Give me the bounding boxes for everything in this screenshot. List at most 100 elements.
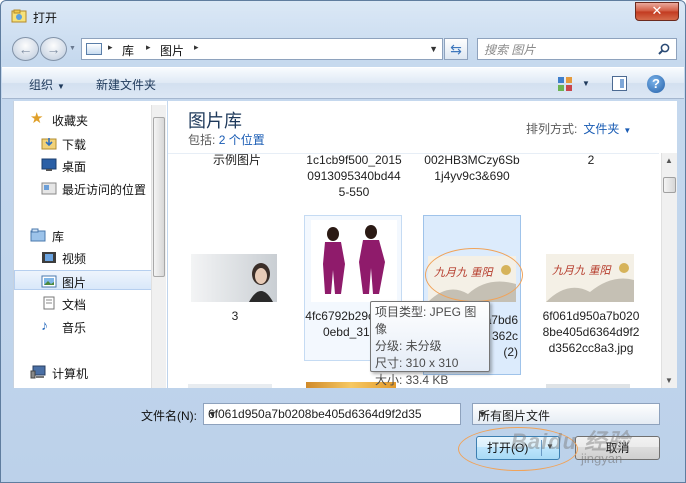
nav-pane-scrollbar[interactable] bbox=[151, 105, 166, 388]
breadcrumb-separator[interactable]: ▸ bbox=[146, 42, 151, 53]
chevron-down-icon: ▼ bbox=[57, 82, 65, 91]
music-note-icon: ♪ bbox=[41, 317, 48, 333]
download-folder-icon bbox=[41, 138, 57, 150]
nav-item-favorites[interactable]: ★ 收藏夹 bbox=[14, 109, 154, 129]
command-bar: 组织 ▼ 新建文件夹 ▼ ? bbox=[2, 67, 684, 99]
nav-label: 图片 bbox=[62, 276, 87, 290]
file-info-tooltip: 项目类型: JPEG 图像 分级: 未分级 尺寸: 310 x 310 大小: … bbox=[370, 301, 490, 387]
tooltip-size: 大小: 33.4 KB bbox=[375, 373, 449, 387]
filename-label: 文件名(N): bbox=[141, 409, 197, 423]
image-thumbnail: 九月九 重阳 bbox=[546, 254, 634, 302]
help-icon[interactable]: ? bbox=[647, 75, 665, 93]
search-icon[interactable] bbox=[658, 43, 670, 55]
nav-label: 视频 bbox=[62, 252, 87, 266]
image-thumbnail bbox=[188, 384, 272, 388]
preview-pane-icon[interactable] bbox=[612, 76, 627, 91]
scroll-up-icon[interactable]: ▲ bbox=[665, 156, 673, 165]
nav-item-desktop[interactable]: 桌面 bbox=[14, 155, 154, 175]
arrange-by-label: 排列方式: bbox=[526, 122, 578, 136]
forward-arrow-icon: → bbox=[46, 41, 61, 57]
breadcrumb-separator[interactable]: ▸ bbox=[108, 42, 113, 53]
tooltip-type: 项目类型: JPEG 图像 bbox=[375, 305, 477, 336]
file-name: 3 bbox=[231, 309, 239, 323]
scrollbar-thumb[interactable] bbox=[663, 177, 676, 193]
back-button[interactable]: ← bbox=[12, 37, 39, 61]
address-dropdown-icon[interactable]: ▼ bbox=[429, 44, 438, 54]
file-tile[interactable]: 002HB3MCzy6Sb1j4yv9c3&690 bbox=[423, 153, 521, 208]
refresh-icon: ⇆ bbox=[450, 41, 462, 57]
title-bar: 打开 ✕ bbox=[1, 1, 685, 31]
filename-dropdown-icon[interactable]: ▼ bbox=[208, 409, 442, 419]
arrange-by-dropdown[interactable]: 文件夹 bbox=[583, 122, 619, 136]
file-tile[interactable]: 1c1cb9f500_20150913095340bd445-550 bbox=[305, 154, 403, 208]
search-input[interactable] bbox=[484, 42, 654, 57]
nav-item-libraries[interactable]: 库 bbox=[14, 225, 154, 245]
nav-item-videos[interactable]: 视频 bbox=[14, 247, 154, 267]
back-arrow-icon: ← bbox=[18, 41, 33, 57]
nav-label: 收藏夹 bbox=[52, 114, 89, 128]
includes-label: 包括: bbox=[188, 133, 216, 147]
library-icon bbox=[86, 43, 102, 55]
highlight-oval bbox=[425, 248, 523, 302]
nav-label: 文档 bbox=[62, 298, 87, 312]
file-type-dropdown-icon[interactable]: ▼ bbox=[478, 409, 654, 419]
library-title: 图片库 bbox=[188, 111, 242, 131]
library-locations-link[interactable]: 2 个位置 bbox=[219, 133, 265, 147]
address-bar[interactable]: ▸ 库 ▸ 图片 ▸ ▼ bbox=[81, 38, 443, 60]
nav-label: 下载 bbox=[62, 138, 87, 152]
image-thumbnail bbox=[191, 254, 277, 302]
change-view-icon[interactable] bbox=[557, 76, 573, 92]
nav-item-documents[interactable]: 文档 bbox=[14, 293, 154, 313]
image-thumbnail bbox=[546, 384, 630, 388]
forward-button[interactable]: → bbox=[40, 37, 67, 61]
tooltip-rating: 分级: 未分级 bbox=[375, 339, 442, 353]
nav-item-music[interactable]: ♪ 音乐 bbox=[14, 316, 154, 336]
nav-item-recent-places[interactable]: 最近访问的位置 bbox=[14, 178, 159, 198]
open-file-dialog: 打开 ✕ ← → ▼ ▸ 库 ▸ 图片 ▸ ▼ ⇆ 组织▼ 新建文件夹 bbox=[0, 0, 686, 483]
nav-label: 库 bbox=[52, 230, 65, 244]
refresh-button[interactable]: ⇆ bbox=[444, 38, 468, 60]
file-tile[interactable]: 3 bbox=[186, 216, 284, 326]
nav-label: 计算机 bbox=[52, 367, 89, 381]
file-tile-folder[interactable]: 示例图片 bbox=[188, 153, 286, 172]
search-box[interactable] bbox=[477, 38, 677, 60]
documents-icon bbox=[43, 296, 55, 310]
file-tile[interactable]: 2 bbox=[542, 154, 640, 172]
breadcrumb-libraries[interactable]: 库 bbox=[122, 42, 134, 59]
file-name: 示例图片 bbox=[212, 153, 261, 167]
scrollbar-thumb[interactable] bbox=[153, 117, 165, 277]
svg-text:九月九 重阳: 九月九 重阳 bbox=[552, 264, 612, 277]
scroll-down-icon[interactable]: ▼ bbox=[665, 376, 673, 385]
star-icon: ★ bbox=[30, 110, 44, 127]
nav-label: 音乐 bbox=[62, 321, 87, 335]
file-type-select[interactable]: 所有图片文件 ▼ bbox=[472, 403, 660, 425]
nav-item-downloads[interactable]: 下载 bbox=[14, 133, 154, 153]
file-list-scrollbar[interactable]: ▲ ▼ bbox=[661, 153, 677, 388]
videos-icon bbox=[42, 252, 56, 263]
file-tile[interactable]: 九月九 重阳 6f061d950a7b0208be405d6364d9f2d35… bbox=[542, 216, 640, 366]
filename-input[interactable]: 6f061d950a7b0208be405d6364d9f2d35 ▼ bbox=[203, 403, 461, 425]
libraries-icon bbox=[30, 228, 46, 242]
breadcrumb-pictures[interactable]: 图片 bbox=[160, 42, 184, 59]
view-options-dropdown-icon[interactable]: ▼ bbox=[582, 79, 590, 88]
file-name: 002HB3MCzy6Sb1j4yv9c3&690 bbox=[424, 153, 520, 183]
recent-pages-dropdown-icon[interactable]: ▼ bbox=[69, 45, 76, 52]
watermark-text: jingyan bbox=[581, 451, 623, 466]
organize-label: 组织 bbox=[29, 78, 54, 92]
chevron-down-icon[interactable]: ▼ bbox=[623, 126, 631, 135]
arrange-by: 排列方式: 文件夹 ▼ bbox=[526, 120, 631, 137]
nav-item-computer[interactable]: 计算机 bbox=[14, 362, 154, 382]
image-thumbnail bbox=[311, 220, 397, 302]
new-folder-button[interactable]: 新建文件夹 bbox=[96, 76, 156, 93]
organize-menu-button[interactable]: 组织 ▼ bbox=[29, 76, 65, 93]
pictures-icon bbox=[41, 275, 57, 288]
recent-places-icon bbox=[41, 182, 57, 195]
app-icon bbox=[11, 9, 27, 23]
tooltip-dimensions: 尺寸: 310 x 310 bbox=[375, 356, 459, 370]
window-title: 打开 bbox=[33, 11, 58, 25]
nav-item-pictures[interactable]: 图片 bbox=[14, 270, 154, 290]
nav-label: 桌面 bbox=[62, 160, 87, 174]
close-button[interactable]: ✕ bbox=[635, 2, 679, 21]
breadcrumb-separator[interactable]: ▸ bbox=[194, 42, 199, 53]
nav-label: 最近访问的位置 bbox=[62, 183, 147, 197]
